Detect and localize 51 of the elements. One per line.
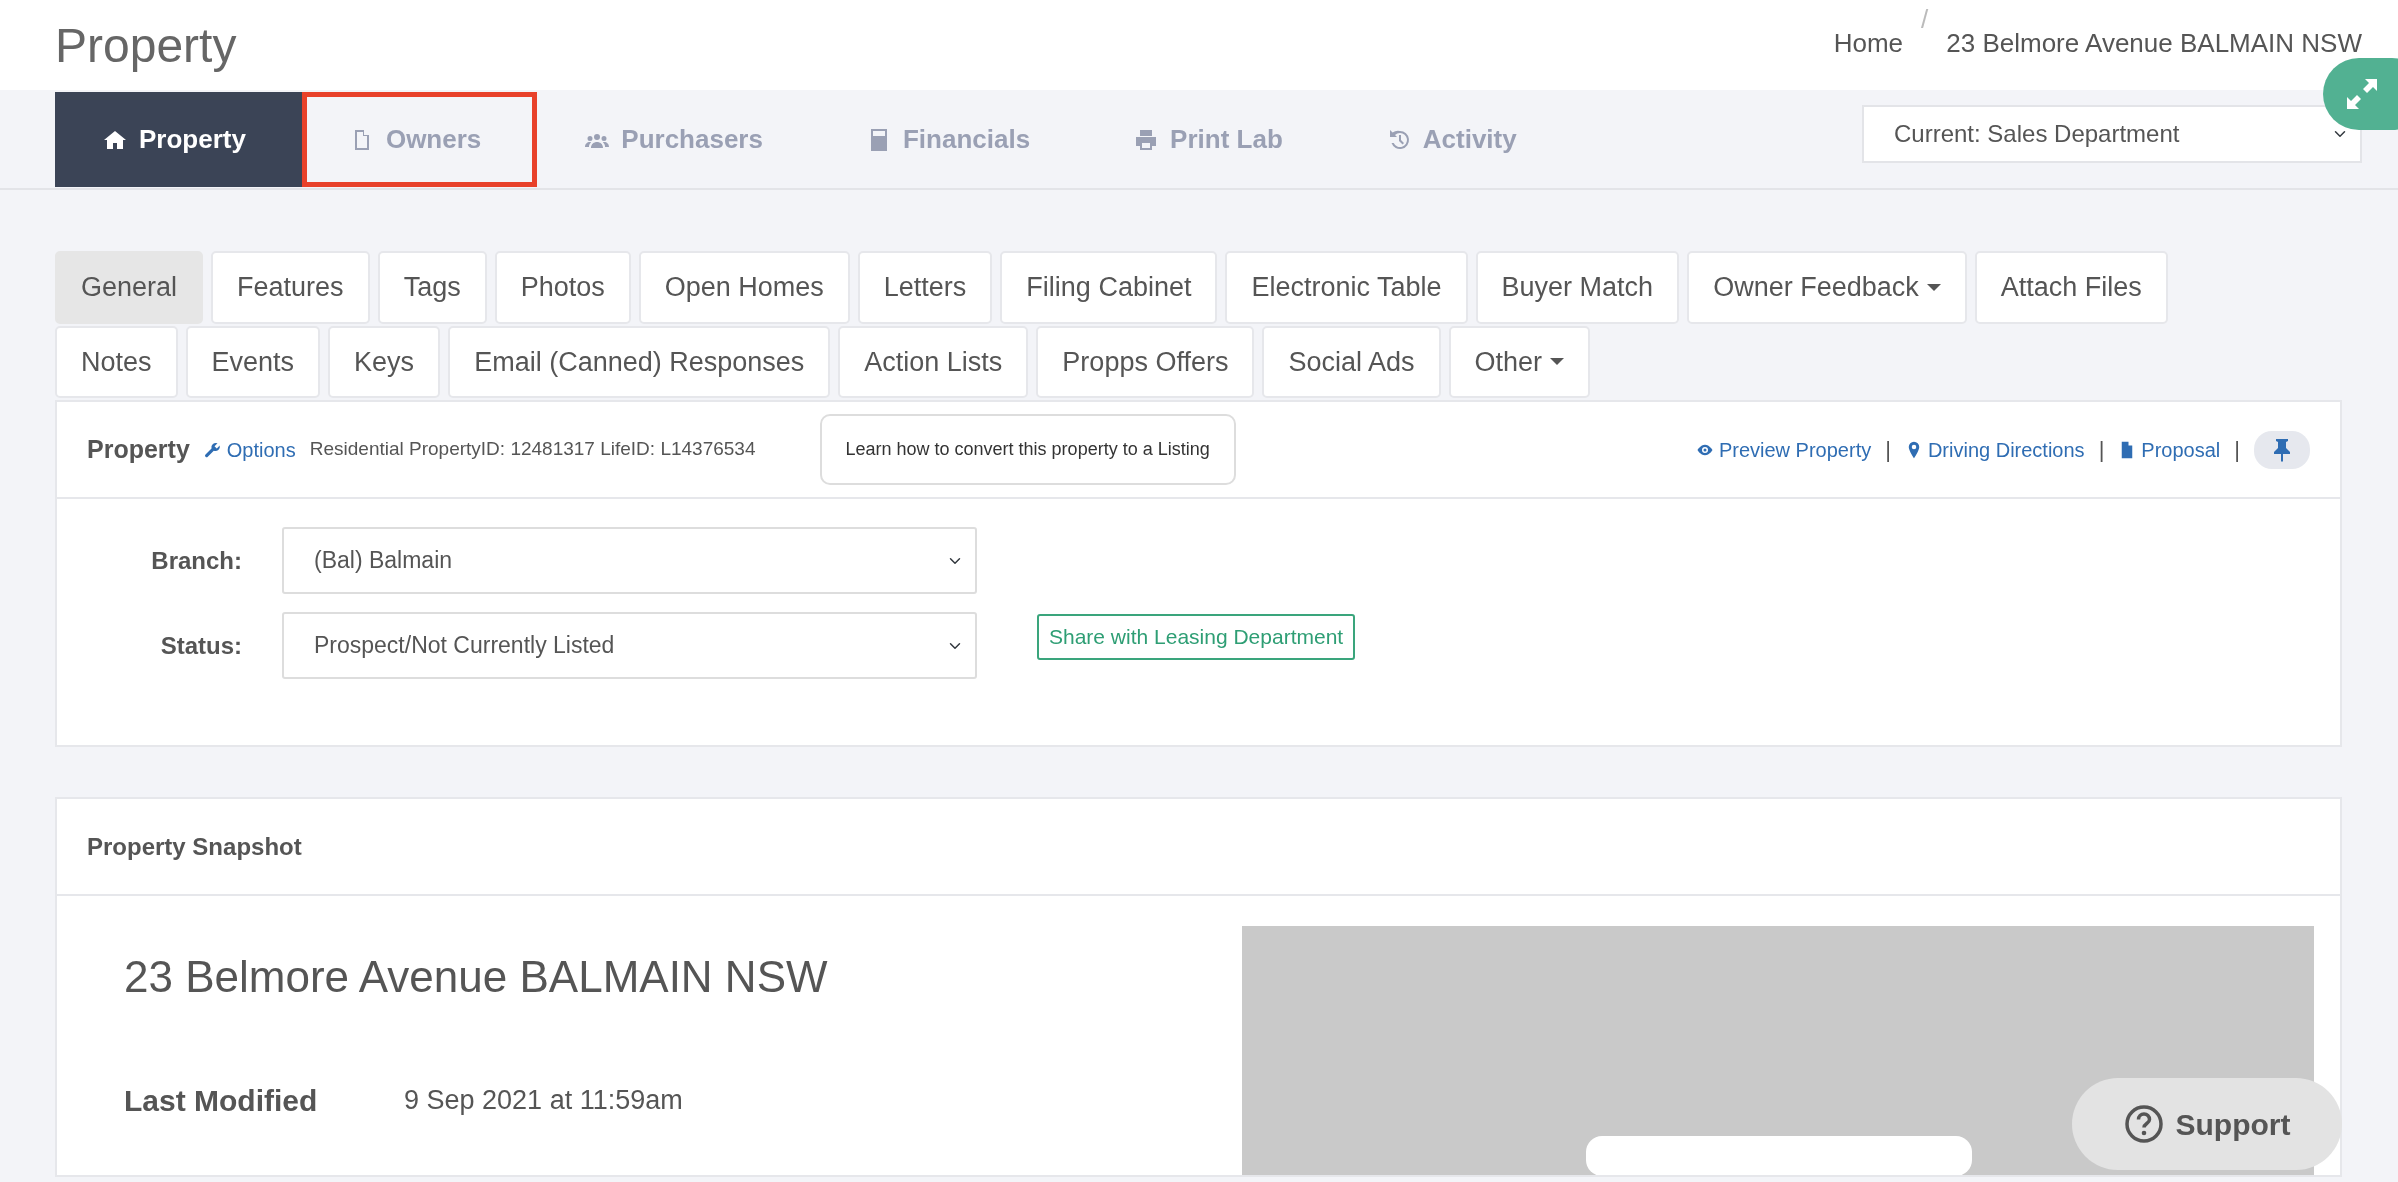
panel-link[interactable]: Driving Directions [1904, 434, 2085, 465]
sub-tab[interactable]: Action Lists [838, 325, 1029, 398]
sub-tab[interactable]: Attach Files [1974, 251, 2168, 324]
wrench-icon [203, 440, 222, 459]
nav-tab[interactable]: Property [55, 92, 302, 187]
field-label: Last Modified [124, 1083, 319, 1119]
link-separator: | [2234, 436, 2240, 464]
sub-tab[interactable]: Social Ads [1262, 325, 1441, 398]
sub-tab[interactable]: Keys [328, 325, 441, 398]
support-button[interactable]: Support [2072, 1078, 2342, 1170]
property-address: 23 Belmore Avenue BALMAIN NSW [124, 951, 828, 1003]
panel-link[interactable]: Proposal [2118, 434, 2221, 465]
sub-tab[interactable]: Letters [857, 251, 993, 324]
sub-tab[interactable]: Electronic Table [1225, 251, 1468, 324]
field-value: 9 Sep 2021 at 11:59am [404, 1084, 683, 1118]
sub-tab[interactable]: Notes [55, 325, 178, 398]
pin-button[interactable] [2254, 430, 2310, 469]
page-title: Property [55, 18, 237, 74]
select-field[interactable]: (Bal) Balmain [282, 527, 977, 594]
sub-tab[interactable]: General [55, 251, 204, 324]
help-icon [2123, 1104, 2164, 1144]
options-link[interactable]: Options [203, 434, 296, 465]
sub-tab[interactable]: Owner Feedback [1687, 251, 1967, 324]
breadcrumb-item[interactable]: Home [1833, 24, 1904, 63]
sub-tab[interactable]: Events [185, 325, 321, 398]
sub-tab[interactable]: Photos [494, 251, 631, 324]
panel-link[interactable]: Preview Property [1695, 434, 1872, 465]
help-button[interactable]: Learn how to convert this property to a Listing [819, 414, 1236, 485]
sub-tab[interactable]: Features [211, 251, 370, 324]
breadcrumb-separator: / [1921, 3, 1929, 36]
link-separator: | [1885, 436, 1891, 464]
expand-button[interactable] [2323, 58, 2398, 130]
breadcrumb-item: 23 Belmore Avenue BALMAIN NSW [1946, 27, 2362, 60]
sub-tab[interactable]: Propps Offers [1036, 325, 1255, 398]
property-info: Residential PropertyID: 12481317 LifeID: L14376534 [309, 437, 756, 462]
sub-tab[interactable]: Tags [377, 251, 487, 324]
expand-icon [2345, 77, 2379, 111]
sub-tab[interactable]: Open Homes [638, 251, 850, 324]
pushpin-icon [2271, 437, 2293, 462]
panel-title: Property Snapshot [57, 799, 2340, 896]
sub-tab[interactable]: Email (Canned) Responses [448, 325, 831, 398]
field-label: Branch: [150, 545, 243, 576]
panel-title: Property [87, 433, 190, 465]
sub-tab[interactable]: Other [1448, 325, 1591, 398]
sub-tab[interactable]: Buyer Match [1475, 251, 1680, 324]
sub-tab[interactable]: Filing Cabinet [1000, 251, 1218, 324]
select-field[interactable]: Prospect/Not Currently Listed [282, 612, 977, 679]
printer-icon [1134, 127, 1159, 152]
link-separator: | [2098, 436, 2105, 464]
department-select[interactable]: Current: Sales Department [1862, 105, 2362, 163]
field-label: Status: [159, 630, 243, 661]
